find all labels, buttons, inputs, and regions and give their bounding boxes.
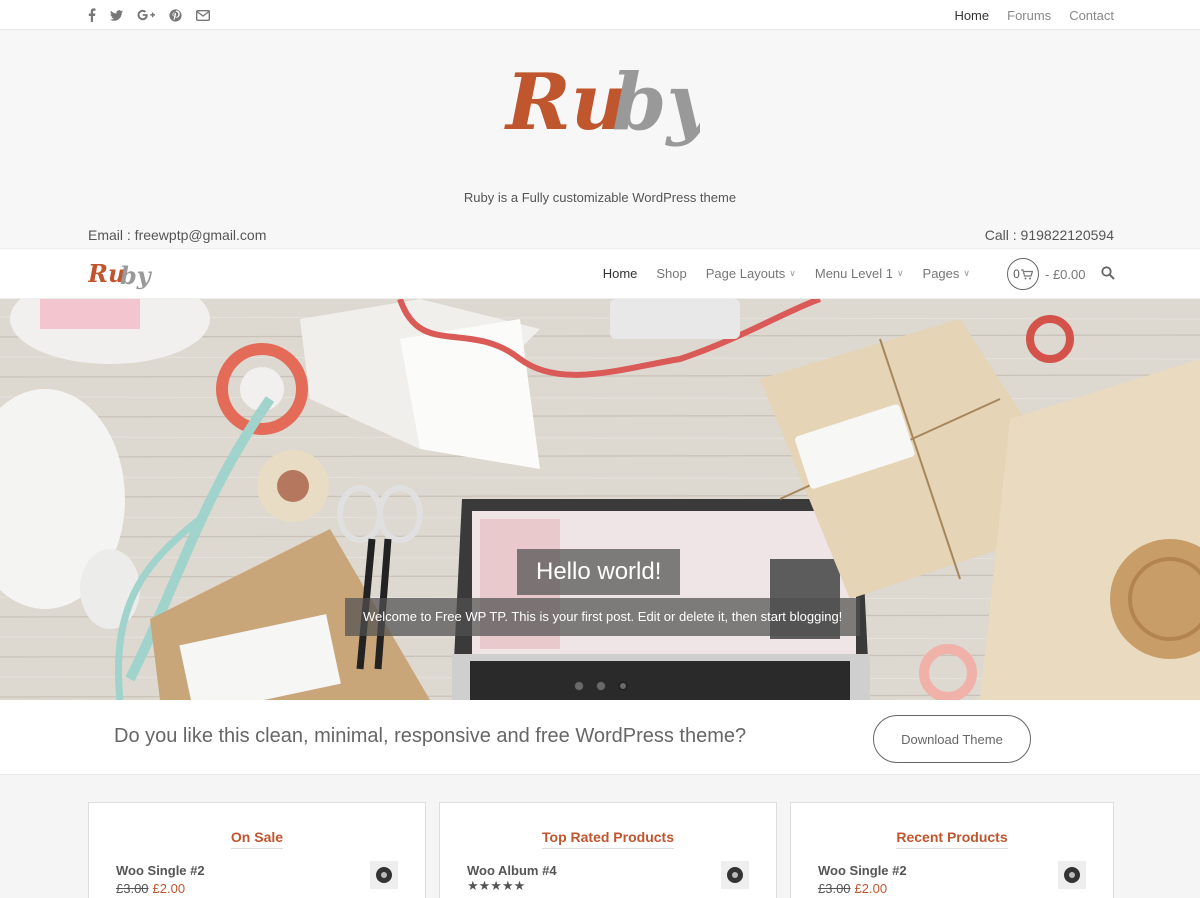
cta-banner: Do you like this clean, minimal, respons… [0, 700, 1200, 775]
pinterest-icon[interactable] [169, 7, 182, 23]
hero-slider[interactable]: Hello world! Welcome to Free WP TP. This… [0, 299, 1200, 700]
chevron-down-icon: ∨ [789, 268, 796, 278]
cart-count: 0 [1013, 267, 1020, 281]
menu-item-pages[interactable]: Pages ∨ [923, 266, 970, 281]
slide-caption: Welcome to Free WP TP. This is your firs… [345, 598, 861, 636]
menu-label: Pages [922, 266, 960, 281]
old-price: £3.00 [818, 881, 851, 896]
cart-icon [1020, 268, 1033, 279]
contact-email: Email : freewptp@gmail.com [88, 227, 267, 243]
email-icon[interactable] [196, 7, 210, 23]
widget-title: Top Rated Products [440, 829, 776, 849]
old-price: £3.00 [116, 881, 149, 896]
cart-widget[interactable]: 0 - £0.00 [1007, 258, 1085, 290]
menu-item-page-layouts[interactable]: Page Layouts ∨ [706, 266, 796, 281]
site-logo[interactable]: Ru by [500, 49, 700, 179]
menu-label: Shop [656, 266, 687, 281]
twitter-icon[interactable] [110, 7, 123, 23]
widget-top-rated: Top Rated Products Woo Album #4 ★★★★★ [439, 802, 777, 898]
menu-item-shop[interactable]: Shop [656, 266, 686, 281]
product-price: £3.00 £2.00 [818, 881, 887, 896]
product-name[interactable]: Woo Single #2 [818, 863, 907, 878]
top-bar: Home Forums Contact [0, 0, 1200, 30]
chevron-down-icon: ∨ [896, 268, 904, 278]
product-name[interactable]: Woo Album #4 [467, 863, 557, 878]
widget-title: Recent Products [791, 829, 1113, 849]
slide-title[interactable]: Hello world! [517, 549, 681, 595]
menu-label: Menu Level 1 [814, 266, 893, 281]
cart-button[interactable]: 0 [1007, 258, 1039, 290]
top-nav: Home Forums Contact [954, 0, 1114, 30]
star-rating: ★★★★★ [467, 878, 526, 893]
svg-text:by: by [612, 57, 700, 148]
sale-price: £2.00 [854, 881, 888, 896]
widget-title: On Sale [89, 829, 425, 849]
product-thumbnail[interactable] [370, 861, 398, 889]
menu-item-home[interactable]: Home [603, 266, 638, 281]
cta-text: Do you like this clean, minimal, respons… [114, 725, 747, 747]
slider-dot-1[interactable] [574, 681, 584, 691]
cart-total: - £0.00 [1045, 266, 1086, 282]
top-nav-home[interactable]: Home [954, 8, 989, 23]
widget-title-text: On Sale [230, 829, 284, 849]
sale-price: £2.00 [152, 881, 186, 896]
site-tagline: Ruby is a Fully customizable WordPress t… [463, 190, 737, 205]
google-plus-icon[interactable] [137, 7, 155, 23]
widget-recent-products: Recent Products Woo Single #2 £3.00 £2.00 [790, 802, 1114, 898]
widget-title-text: Top Rated Products [542, 829, 674, 849]
contact-phone: Call : 919822120594 [984, 227, 1114, 243]
nav-logo[interactable]: Ru by [88, 255, 152, 295]
top-nav-forums[interactable]: Forums [1007, 8, 1051, 23]
product-price: £3.00 £2.00 [116, 881, 185, 896]
product-thumbnail[interactable] [1058, 861, 1086, 889]
slider-dot-2[interactable] [596, 681, 606, 691]
main-nav: Ru by Home Shop Page Layouts ∨ Menu Level… [0, 248, 1200, 299]
search-icon[interactable] [1101, 266, 1115, 280]
widget-title-text: Recent Products [896, 829, 1008, 849]
menu-label: Home [602, 266, 638, 281]
social-links [88, 7, 210, 23]
chevron-down-icon: ∨ [963, 268, 970, 278]
hero-image [0, 299, 1200, 700]
product-thumbnail[interactable] [721, 861, 749, 889]
widget-on-sale: On Sale Woo Single #2 £3.00 £2.00 [88, 802, 426, 898]
slider-dots [574, 681, 628, 691]
primary-menu: Home Shop Page Layouts ∨ Menu Level 1 ∨ Pa… [603, 249, 970, 298]
top-nav-contact[interactable]: Contact [1069, 8, 1114, 23]
svg-text:by: by [120, 261, 152, 290]
facebook-icon[interactable] [88, 7, 96, 23]
site-header: Ru by Ruby is a Fully customizable WordP… [0, 31, 1200, 248]
download-theme-button[interactable]: Download Theme [873, 715, 1031, 763]
slider-dot-3[interactable] [618, 681, 628, 691]
menu-label: Page Layouts [705, 266, 786, 281]
product-name[interactable]: Woo Single #2 [116, 863, 205, 878]
svg-text:Ru: Ru [504, 57, 628, 148]
menu-item-menu-level-1[interactable]: Menu Level 1 ∨ [815, 266, 904, 281]
